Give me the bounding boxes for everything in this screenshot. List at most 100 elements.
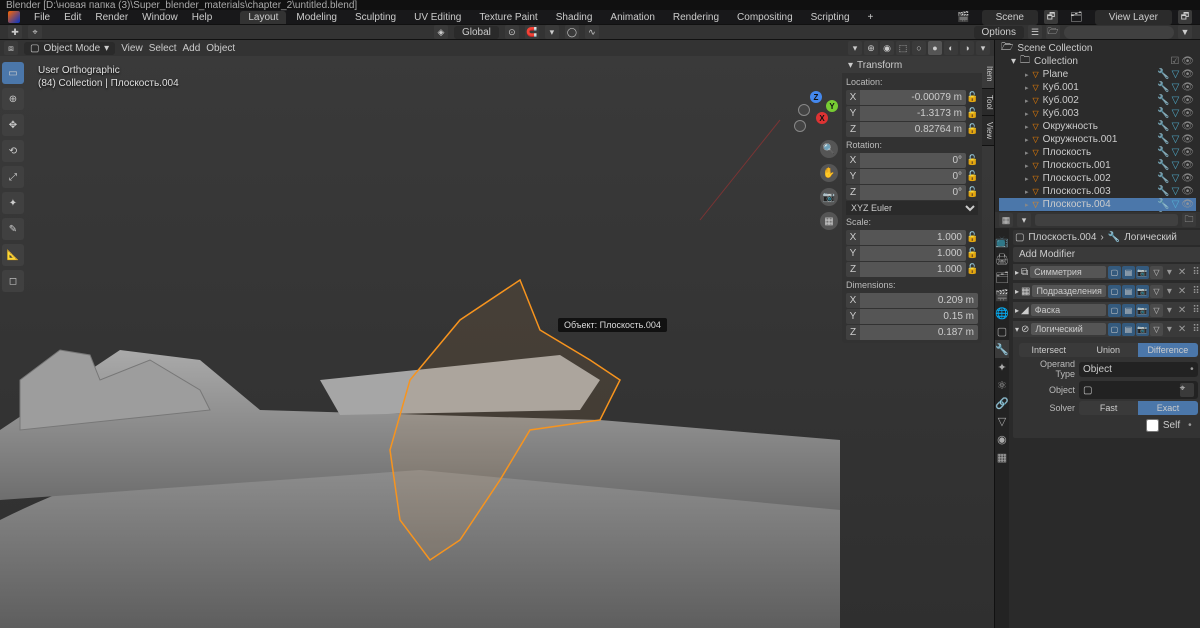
proportional-icon[interactable]: ◯ <box>565 25 579 39</box>
tab-modifiers-icon[interactable]: 🔧 <box>995 340 1009 358</box>
tab-material-icon[interactable]: ◉ <box>995 430 1009 448</box>
pan-icon[interactable]: ✋ <box>820 164 838 182</box>
tab-constraints-icon[interactable]: 🔗 <box>995 394 1009 412</box>
rot-x[interactable]: 0° <box>860 153 966 168</box>
annotate-tool[interactable]: ✎ <box>2 218 24 240</box>
rot-z[interactable]: 0° <box>860 185 966 200</box>
self-checkbox[interactable] <box>1146 419 1159 432</box>
mesh-data-icon[interactable]: ▽ <box>1172 173 1180 184</box>
axis-y-icon[interactable]: Y <box>826 100 838 112</box>
realtime-icon[interactable]: ▢ <box>1108 323 1121 336</box>
tab-texture-icon[interactable]: ▦ <box>995 448 1009 466</box>
outliner-search[interactable] <box>1064 26 1174 39</box>
tab-render-icon[interactable]: 📺 <box>995 232 1009 250</box>
loc-y[interactable]: -1.3173 m <box>860 106 966 121</box>
outliner-item[interactable]: ▸▽Плоскость.003🔧▽👁 <box>999 185 1196 198</box>
snap-icon[interactable]: 🧲 <box>525 25 539 39</box>
rendered-icon[interactable]: ◑ <box>960 41 974 55</box>
drag-handle-icon[interactable]: ⠿ <box>1190 324 1200 335</box>
outliner-item[interactable]: ▸▽Окружность🔧▽👁 <box>999 120 1196 133</box>
chevron-right-icon[interactable]: ▸ <box>1015 306 1019 315</box>
outliner-item[interactable]: ▸▽Куб.001🔧▽👁 <box>999 81 1196 94</box>
axis-neg-icon[interactable] <box>798 104 810 116</box>
mesh-data-icon[interactable]: ▽ <box>1172 108 1180 119</box>
outliner-item[interactable]: ▸▽Куб.002🔧▽👁 <box>999 94 1196 107</box>
lock-icon[interactable]: 🔓 <box>966 108 978 119</box>
lock-icon[interactable]: 🔓 <box>966 232 978 243</box>
cage-icon[interactable]: ▽ <box>1150 266 1163 279</box>
lock-icon[interactable]: 🔓 <box>966 124 978 135</box>
axis-z-icon[interactable]: Z <box>810 91 822 103</box>
close-icon[interactable]: ✕ <box>1176 267 1188 278</box>
scale-y[interactable]: 1.000 <box>860 246 966 261</box>
menu-render[interactable]: Render <box>89 11 134 24</box>
mesh-data-icon[interactable]: ▽ <box>1172 160 1180 171</box>
scale-tool[interactable]: ⤢ <box>2 166 24 188</box>
tab-viewlayer-icon[interactable]: 🗂 <box>995 268 1009 286</box>
editmode-icon[interactable]: ▤ <box>1122 285 1135 298</box>
eye-icon[interactable]: 👁 <box>1181 56 1194 67</box>
op-intersect[interactable]: Intersect <box>1019 343 1079 357</box>
gizmo-toggle-icon[interactable]: ⊕ <box>864 41 878 55</box>
overlay-toggle-icon[interactable]: ◉ <box>880 41 894 55</box>
proportional-type-icon[interactable]: ∿ <box>585 25 599 39</box>
cage-icon[interactable]: ▽ <box>1150 285 1163 298</box>
tab-physics-icon[interactable]: ⚛ <box>995 376 1009 394</box>
header-select[interactable]: Select <box>149 43 177 54</box>
outliner-item[interactable]: ▸▽Куб.003🔧▽👁 <box>999 107 1196 120</box>
chevron-right-icon[interactable]: ▸ <box>1015 268 1019 277</box>
outliner-item[interactable]: ▸▽Плоскость🔧▽👁 <box>999 146 1196 159</box>
eyedropper-icon[interactable]: ⌖ <box>1180 383 1194 397</box>
mesh-data-icon[interactable]: ▽ <box>1172 134 1180 145</box>
render-icon[interactable]: 📷 <box>1136 304 1149 317</box>
eye-icon[interactable]: 👁 <box>1181 199 1194 210</box>
dim-x[interactable]: 0.209 m <box>860 293 978 308</box>
chevron-down-icon[interactable]: ▾ <box>1015 325 1019 334</box>
editmode-icon[interactable]: ▤ <box>1122 266 1135 279</box>
pivot-icon[interactable]: ⊙ <box>505 25 519 39</box>
mod-icon[interactable]: 🔧 <box>1157 134 1169 145</box>
render-icon[interactable]: 📷 <box>1136 285 1149 298</box>
cursor-tool[interactable]: ⊕ <box>2 88 24 110</box>
chevron-down-icon[interactable]: ▾ <box>848 60 853 71</box>
zoom-icon[interactable]: 🔍 <box>820 140 838 158</box>
close-icon[interactable]: ✕ <box>1176 324 1188 335</box>
eye-icon[interactable]: 👁 <box>1181 147 1194 158</box>
new-collection-icon[interactable]: 🗀 <box>1182 213 1196 227</box>
persp-icon[interactable]: ▦ <box>820 212 838 230</box>
mod-icon[interactable]: 🔧 <box>1157 121 1169 132</box>
mesh-data-icon[interactable]: ▽ <box>1172 82 1180 93</box>
close-icon[interactable]: ✕ <box>1176 286 1188 297</box>
mesh-data-icon[interactable]: ▽ <box>1172 147 1180 158</box>
outliner-type-icon[interactable]: 🗁 <box>1046 25 1060 39</box>
tab-scripting[interactable]: Scripting <box>803 11 858 24</box>
editor-type-icon[interactable]: ⧈ <box>4 41 18 55</box>
eye-icon[interactable]: 👁 <box>1181 134 1194 145</box>
mod-icon[interactable]: 🔧 <box>1157 173 1169 184</box>
transform-tool[interactable]: ✦ <box>2 192 24 214</box>
lock-icon[interactable]: 🔓 <box>966 264 978 275</box>
tab-sculpting[interactable]: Sculpting <box>347 11 404 24</box>
lock-icon[interactable]: 🔓 <box>966 155 978 166</box>
eye-icon[interactable]: 👁 <box>1181 69 1194 80</box>
solver-fast[interactable]: Fast <box>1079 401 1138 415</box>
cursor-tool-icon[interactable]: ✚ <box>8 25 22 39</box>
ntab-tool[interactable]: Tool <box>982 89 994 117</box>
mode-selector[interactable]: ▢Object Mode▾ <box>24 42 115 55</box>
ntab-item[interactable]: Item <box>982 60 994 89</box>
mod-icon[interactable]: 🔧 <box>1157 160 1169 171</box>
lock-icon[interactable]: 🔓 <box>966 92 978 103</box>
op-difference[interactable]: Difference <box>1138 343 1198 357</box>
mod-icon[interactable]: 🔧 <box>1157 199 1169 210</box>
realtime-icon[interactable]: ▢ <box>1108 266 1121 279</box>
tab-object-icon[interactable]: ▢ <box>995 322 1009 340</box>
mesh-data-icon[interactable]: ▽ <box>1172 69 1180 80</box>
operand-type-dropdown[interactable]: Object• <box>1079 362 1198 377</box>
modifier-name[interactable]: Фаска <box>1031 304 1106 316</box>
outliner-item[interactable]: ▸▽Плоскость.004🔧▽👁 <box>999 198 1196 211</box>
header-object[interactable]: Object <box>206 43 235 54</box>
orientation-dropdown[interactable]: Global <box>454 26 499 39</box>
checkbox-icon[interactable]: ☑ <box>1170 56 1179 67</box>
mod-icon[interactable]: 🔧 <box>1157 186 1169 197</box>
mesh-data-icon[interactable]: ▽ <box>1172 199 1180 210</box>
